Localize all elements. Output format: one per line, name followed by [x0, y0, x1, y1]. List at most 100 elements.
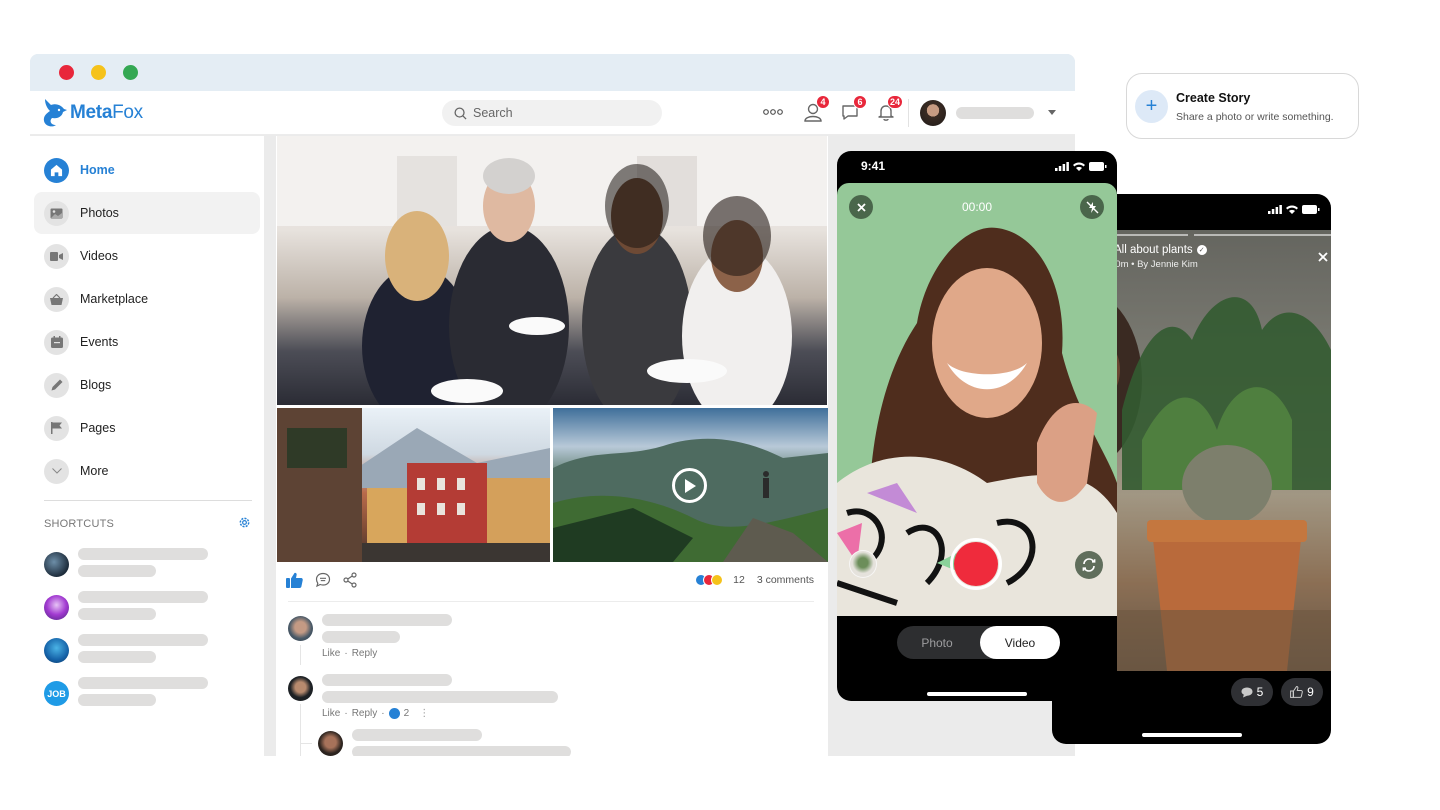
comment-like-link[interactable]: Like — [322, 648, 340, 659]
friend-requests-button[interactable]: 4 — [800, 95, 830, 125]
metafox-logo[interactable]: MetaFox — [42, 97, 143, 129]
reply-connector — [300, 743, 312, 744]
comment-reply-link[interactable]: Reply — [352, 708, 378, 719]
sidebar-item-videos[interactable]: Videos — [34, 235, 260, 277]
sidebar-item-label: Events — [80, 335, 119, 349]
close-window-dot[interactable] — [59, 65, 74, 80]
maximize-window-dot[interactable] — [123, 65, 138, 80]
sidebar-item-marketplace[interactable]: Marketplace — [34, 278, 260, 320]
flash-off-icon — [1086, 201, 1098, 213]
story-comments-button[interactable]: 5 — [1231, 678, 1273, 706]
status-time: 9:41 — [861, 159, 886, 173]
comment-text-placeholder — [322, 631, 400, 643]
left-sidebar: Home Photos Videos Marketplace Events Bl… — [30, 136, 264, 756]
video-icon — [44, 243, 69, 269]
sidebar-item-label: Marketplace — [80, 292, 149, 306]
shortcut-item[interactable] — [44, 548, 254, 588]
camera-viewfinder[interactable]: 00:00 — [837, 183, 1117, 616]
sidebar-item-photos[interactable]: Photos — [34, 192, 260, 234]
account-dropdown-icon[interactable] — [1048, 110, 1056, 116]
create-story-card[interactable]: + Create Story Share a photo or write so… — [1126, 73, 1359, 139]
post-photo-conference[interactable] — [277, 136, 827, 405]
comment-icon[interactable] — [315, 572, 331, 588]
shortcut-item[interactable] — [44, 634, 254, 674]
comment-text-placeholder — [352, 746, 571, 756]
shortcuts-heading: SHORTCUTS — [44, 518, 115, 530]
close-story-icon[interactable] — [1318, 252, 1328, 262]
sidebar-divider — [44, 500, 252, 501]
commenter-avatar[interactable] — [288, 616, 313, 641]
basket-icon — [44, 286, 69, 312]
comment-like-link[interactable]: Like — [322, 708, 340, 719]
more-dots-button[interactable] — [760, 99, 786, 125]
sidebar-item-label: Photos — [80, 206, 119, 220]
reaction-icons — [695, 574, 724, 586]
thumbs-up-icon — [1290, 686, 1303, 698]
wifi-icon — [1286, 205, 1298, 214]
sidebar-item-blogs[interactable]: Blogs — [34, 364, 260, 406]
photo-mode-option[interactable]: Photo — [897, 626, 977, 659]
sidebar-item-pages[interactable]: Pages — [34, 407, 260, 449]
feed-post: 12 3 comments Like · Reply Like · Reply · 2 — [276, 136, 828, 756]
pencil-icon — [44, 372, 69, 398]
home-indicator — [927, 692, 1027, 696]
gallery-thumbnail[interactable] — [849, 550, 877, 578]
comments-count[interactable]: 3 comments — [757, 574, 814, 586]
flip-camera-icon — [1082, 558, 1096, 572]
plus-icon: + — [1135, 90, 1168, 123]
messages-button[interactable]: 6 — [837, 95, 867, 125]
sidebar-item-label: More — [80, 464, 109, 478]
play-button[interactable] — [672, 468, 707, 503]
flip-camera-button[interactable] — [1075, 551, 1103, 579]
title-bar — [30, 54, 1075, 91]
story-like-button[interactable]: 9 — [1281, 678, 1323, 706]
story-progress-segment — [1194, 234, 1331, 236]
shortcut-item[interactable]: JOB — [44, 677, 254, 717]
comment-options-icon[interactable]: ⋮ — [419, 708, 429, 719]
search-placeholder: Search — [473, 106, 513, 120]
sidebar-item-more[interactable]: More — [34, 450, 260, 492]
minimize-window-dot[interactable] — [91, 65, 106, 80]
user-avatar[interactable] — [920, 100, 946, 126]
post-video-mountains[interactable] — [553, 408, 828, 562]
flash-toggle-button[interactable] — [1080, 195, 1104, 219]
create-story-subtitle: Share a photo or write something. — [1176, 111, 1334, 123]
gear-icon[interactable] — [238, 516, 251, 529]
notifications-badge: 24 — [886, 95, 903, 109]
story-title: All about plants ✓ — [1114, 244, 1207, 256]
home-indicator — [1142, 733, 1242, 737]
share-icon[interactable] — [343, 572, 357, 588]
commenter-avatar[interactable] — [318, 731, 343, 756]
story-like-count: 9 — [1307, 685, 1314, 699]
sidebar-item-label: Home — [80, 163, 115, 177]
notifications-button[interactable]: 24 — [873, 95, 903, 125]
camera-phone: 9:41 00:00 Photo Video — [837, 151, 1117, 701]
fox-logo-icon — [43, 99, 67, 127]
more-dots-icon — [763, 109, 783, 115]
shortcut-avatar — [44, 595, 69, 620]
record-button[interactable] — [950, 538, 1002, 590]
video-mode-option[interactable]: Video — [980, 626, 1060, 659]
comment-bubble-icon — [1241, 687, 1253, 697]
wow-reaction-icon — [711, 574, 724, 586]
sidebar-item-label: Videos — [80, 249, 118, 263]
reaction-summary[interactable]: 12 3 comments — [695, 574, 814, 586]
top-navigation-bar: MetaFox Search 4 6 24 — [30, 91, 1075, 135]
like-icon[interactable] — [286, 572, 303, 588]
shortcut-item[interactable] — [44, 591, 254, 631]
shortcut-avatar — [44, 552, 69, 577]
search-input[interactable]: Search — [442, 100, 662, 126]
shortcut-avatar: JOB — [44, 681, 69, 706]
comment-reply-link[interactable]: Reply — [352, 648, 378, 659]
flag-icon — [44, 415, 69, 441]
shortcut-name-placeholder — [78, 677, 208, 689]
home-icon — [44, 157, 69, 183]
battery-icon — [1089, 162, 1107, 171]
sidebar-item-home[interactable]: Home — [34, 149, 260, 191]
commenter-name-placeholder — [322, 614, 452, 626]
commenter-avatar[interactable] — [288, 676, 313, 701]
sidebar-item-label: Pages — [80, 421, 116, 435]
post-photo-town[interactable] — [277, 408, 550, 562]
sidebar-item-events[interactable]: Events — [34, 321, 260, 363]
photo-icon — [44, 200, 69, 226]
